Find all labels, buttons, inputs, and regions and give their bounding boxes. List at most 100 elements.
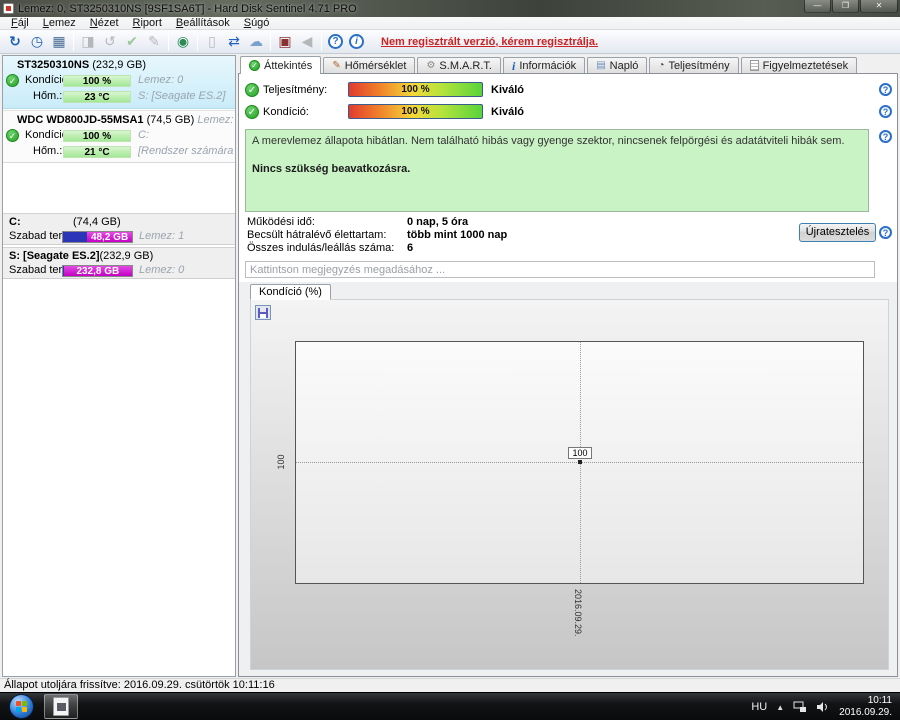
check-icon: ✓ — [245, 105, 259, 119]
tab-alerts[interactable]: Figyelmeztetések — [740, 57, 858, 73]
volume-label: [Rendszer számára fennta — [138, 145, 233, 157]
toolbar: ↻ ◷ ▦ ◨ ↺ ✔ ✎ ◉ ▯ ⇄ ☁ ▣ ◀ ? i Nem regisz… — [0, 30, 900, 54]
help-icon[interactable]: ? — [879, 105, 892, 118]
clock-alert-icon[interactable]: ◷ — [26, 32, 48, 52]
toolbar-separator — [73, 32, 74, 51]
disk-header: WDC WD800JD-55MSA1 (74,5 GB) Lemez: 1 — [3, 111, 235, 126]
system-tray: HU ▲ 10:11 2016.09.29. — [751, 693, 900, 720]
condition-rating: Kiváló — [491, 106, 525, 118]
disk-temp-row: Hőm.: 21 °C [Rendszer számára fennta — [3, 145, 235, 161]
overview-panel: ✓ Teljesítmény: 100 % Kiváló ✓ Kondíció:… — [238, 73, 898, 677]
toolbar-separator — [168, 32, 169, 51]
menu-view[interactable]: Nézet — [83, 17, 126, 29]
tab-log[interactable]: ▤ Napló — [587, 57, 648, 73]
online-globe-icon[interactable]: ◉ — [172, 32, 194, 52]
stat-value: 0 nap, 5 óra — [407, 216, 469, 228]
disk-number-label: Lemez: 0 — [139, 264, 185, 276]
monitor-settings-icon[interactable]: ▣ — [274, 32, 296, 52]
comments-icon[interactable]: ☁ — [245, 32, 267, 52]
tab-bar: ✓ Áttekintés ✎ Hőmérséklet ⚙ S.M.A.R.T. … — [238, 55, 898, 74]
check-icon: ✓ — [6, 129, 19, 142]
disk-sidebar: ST3250310NS (232,9 GB) ✓ Kondíció: 100 %… — [2, 55, 236, 677]
window-controls: — ❐ ✕ — [803, 0, 898, 13]
register-link[interactable]: Nem regisztrált verzió, kérem regisztrál… — [381, 36, 598, 48]
menu-settings[interactable]: Beállítások — [169, 17, 237, 29]
menu-help[interactable]: Súgó — [237, 17, 277, 29]
menu-report[interactable]: Riport — [126, 17, 169, 29]
tab-temperature[interactable]: ✎ Hőmérséklet — [323, 57, 416, 73]
disk-refresh-icon: ↺ — [104, 33, 116, 49]
start-button[interactable] — [9, 694, 34, 719]
partition-name: C: — [9, 216, 21, 228]
refresh-icon[interactable]: ↻ — [4, 32, 26, 52]
help-icon[interactable]: ? — [879, 226, 892, 239]
help-icon[interactable]: ? — [879, 130, 892, 143]
tab-smart[interactable]: ⚙ S.M.A.R.T. — [417, 57, 501, 73]
toolbar-separator — [270, 32, 271, 51]
volume-label: C: — [138, 129, 149, 141]
status-bar-text: Állapot utoljára frissítve: 2016.09.29. … — [4, 679, 275, 691]
status-advice: Nincs szükség beavatkozásra. — [252, 163, 411, 175]
save-chart-button[interactable] — [255, 305, 271, 320]
menu-file[interactable]: Fájl — [4, 17, 36, 29]
hidden-icons-chevron[interactable]: ▲ — [776, 703, 784, 712]
partition-item-s[interactable]: S: [Seagate ES.2] (232,9 GB) Szabad terü… — [3, 247, 235, 279]
taskbar-clock[interactable]: 10:11 2016.09.29. — [839, 695, 892, 719]
partition-item-c[interactable]: C: (74,4 GB) Szabad terület 48,2 GB Leme… — [3, 213, 235, 245]
stat-row-start-stop: Összes indulás/leállás száma: 6 — [247, 242, 507, 255]
condition-bar: 100 % — [63, 75, 131, 87]
window-title: Lemez: 0, ST3250310NS [9SF1SA6T] - Hard … — [18, 2, 357, 15]
disk-ok-icon: ✔ — [126, 33, 138, 49]
condition-history-chart: 100 100 2016.09.29. — [250, 299, 889, 670]
free-space-row: Szabad terület 48,2 GB Lemez: 1 — [3, 230, 235, 246]
sync-icon[interactable]: ⇄ — [223, 32, 245, 52]
tab-label: Teljesítmény — [668, 59, 730, 72]
tab-performance[interactable]: ◔ Teljesítmény — [649, 57, 739, 73]
smart-icon: ⚙ — [426, 59, 436, 71]
volume-icon[interactable] — [816, 701, 830, 713]
volume-label: S: [Seagate ES.2] — [138, 90, 226, 102]
disk-size: (232,9 GB) — [92, 59, 147, 71]
tab-information[interactable]: i Információk — [502, 57, 586, 73]
condition-bar: 100 % — [63, 130, 131, 142]
disk-test-icon: ✎ — [148, 33, 160, 49]
temp-label: Hőm.: — [33, 90, 63, 102]
x-axis-tick: 2016.09.29. — [573, 589, 583, 637]
clock-date: 2016.09.29. — [839, 707, 892, 718]
free-space-bar: 232,8 GB — [62, 265, 133, 277]
comment-input[interactable] — [245, 261, 875, 278]
menu-disk[interactable]: Lemez — [36, 17, 83, 29]
retest-button[interactable]: Újratesztelés — [799, 223, 876, 242]
close-button[interactable]: ✕ — [860, 0, 898, 13]
stat-value: több mint 1000 nap — [407, 229, 508, 241]
disk-item-wdc-wd800jd[interactable]: WDC WD800JD-55MSA1 (74,5 GB) Lemez: 1 ✓ … — [3, 110, 235, 163]
language-indicator[interactable]: HU — [751, 701, 767, 713]
data-point-label: 100 — [568, 447, 592, 459]
screenshot-icon[interactable]: ▦ — [48, 32, 70, 52]
performance-label: Teljesítmény: — [263, 84, 328, 96]
chart-tab-condition[interactable]: Kondíció (%) — [250, 284, 331, 300]
disk-number-label: Lemez: 1 — [197, 114, 235, 126]
taskbar-app-hdsentinel[interactable] — [44, 694, 78, 719]
exit-icon: ▯ — [208, 33, 216, 49]
partition-name: S: [Seagate ES.2] — [9, 250, 100, 262]
help-icon[interactable]: ? — [328, 34, 343, 49]
tab-label: Hőmérséklet — [344, 59, 407, 72]
disk-item-st3250310ns[interactable]: ST3250310NS (232,9 GB) ✓ Kondíció: 100 %… — [3, 56, 235, 109]
tab-overview[interactable]: ✓ Áttekintés — [240, 56, 322, 74]
y-axis-tick: 100 — [276, 454, 286, 470]
info-icon[interactable]: i — [349, 34, 364, 49]
maximize-button[interactable]: ❐ — [832, 0, 859, 13]
main-area: ST3250310NS (232,9 GB) ✓ Kondíció: 100 %… — [0, 54, 900, 678]
save-icon — [258, 307, 268, 318]
check-icon: ✓ — [249, 60, 260, 71]
tab-label: Figyelmeztetések — [762, 59, 849, 72]
tab-label: Információk — [519, 59, 577, 72]
performance-row: ✓ Teljesítmény: 100 % Kiváló — [239, 81, 897, 101]
help-icon[interactable]: ? — [879, 83, 892, 96]
stat-label: Összes indulás/leállás száma: — [247, 242, 395, 254]
minimize-button[interactable]: — — [804, 0, 831, 13]
toolbar-separator — [321, 32, 322, 51]
network-icon[interactable] — [793, 701, 807, 713]
stats-block: Működési idő: 0 nap, 5 óra Becsült hátra… — [247, 216, 507, 255]
